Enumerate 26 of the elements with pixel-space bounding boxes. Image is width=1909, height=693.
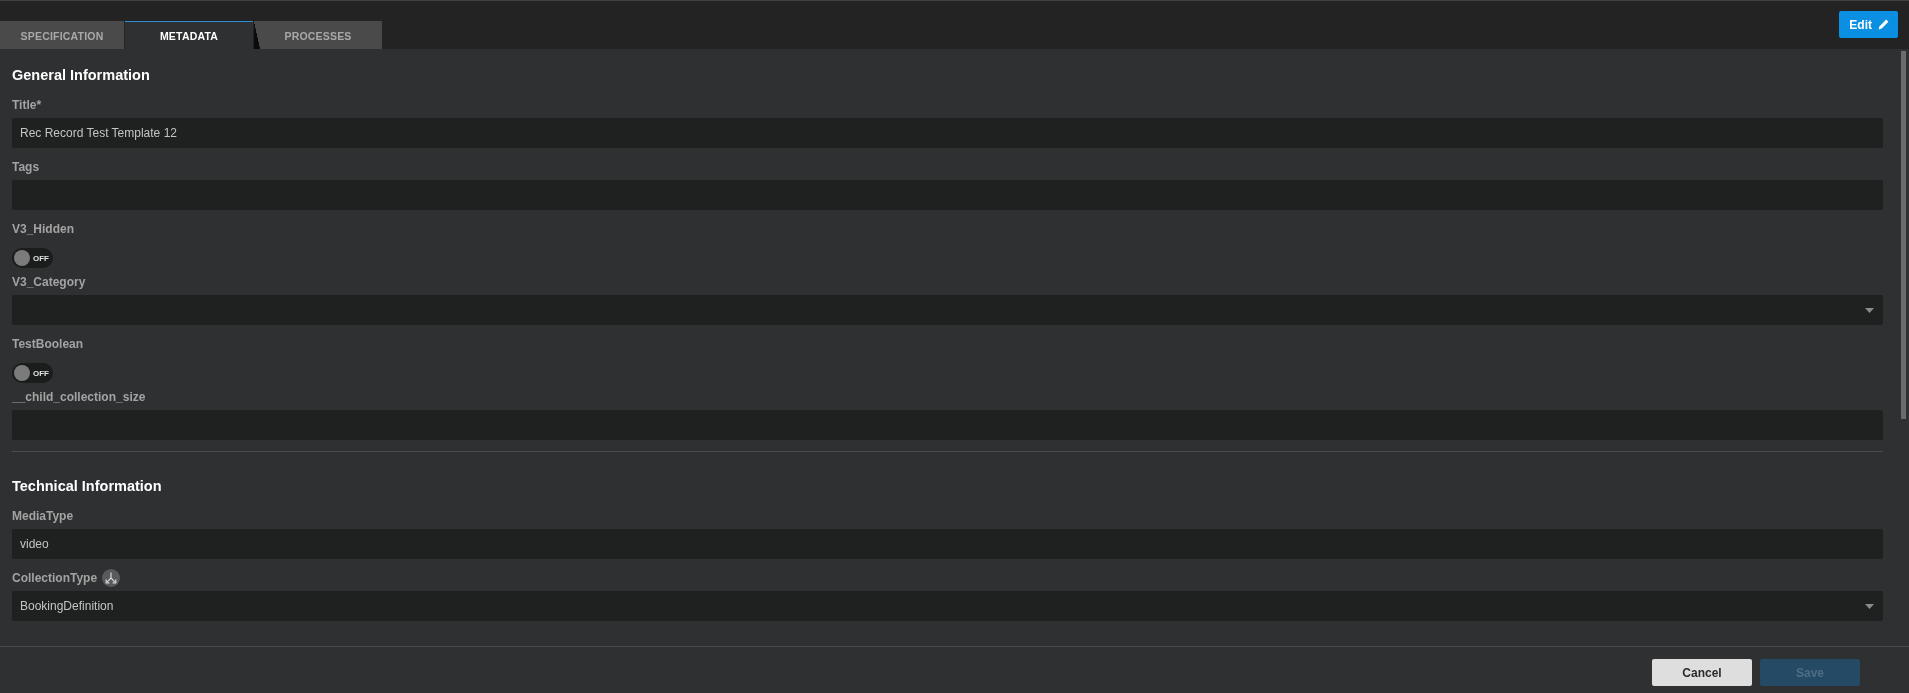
text-field[interactable]: video <box>12 529 1883 559</box>
field-label: V3_Hidden <box>12 221 74 237</box>
scrollbar-thumb[interactable] <box>1901 51 1906 419</box>
field-label: CollectionType <box>12 570 98 586</box>
section-title: General Information <box>12 66 150 85</box>
field-label: Tags <box>12 159 40 175</box>
tab[interactable]: METADATA <box>125 21 253 49</box>
field-label: TestBoolean <box>12 336 84 352</box>
field-label: MediaType <box>12 508 74 524</box>
toggle-knob <box>14 365 30 381</box>
cancel-button[interactable]: Cancel <box>1652 659 1752 686</box>
section-title: Technical Information <box>12 477 162 496</box>
tab[interactable]: SPECIFICATION <box>0 21 124 49</box>
select-field[interactable] <box>12 295 1883 325</box>
text-field[interactable]: Rec Record Test Template 12 <box>12 118 1883 148</box>
select-field[interactable]: BookingDefinition <box>12 591 1883 621</box>
toggle-switch[interactable]: OFF <box>12 248 53 268</box>
field-label: V3_Category <box>12 274 86 290</box>
tab[interactable]: PROCESSES <box>254 21 382 49</box>
field-label: __child_collection_size <box>12 389 146 405</box>
pencil-icon <box>1878 19 1889 30</box>
toggle-switch[interactable]: OFF <box>12 363 53 383</box>
toggle-knob <box>14 250 30 266</box>
field-label: Title* <box>12 97 42 113</box>
caret-down-icon <box>1865 603 1874 609</box>
caret-down-icon <box>1865 307 1874 313</box>
